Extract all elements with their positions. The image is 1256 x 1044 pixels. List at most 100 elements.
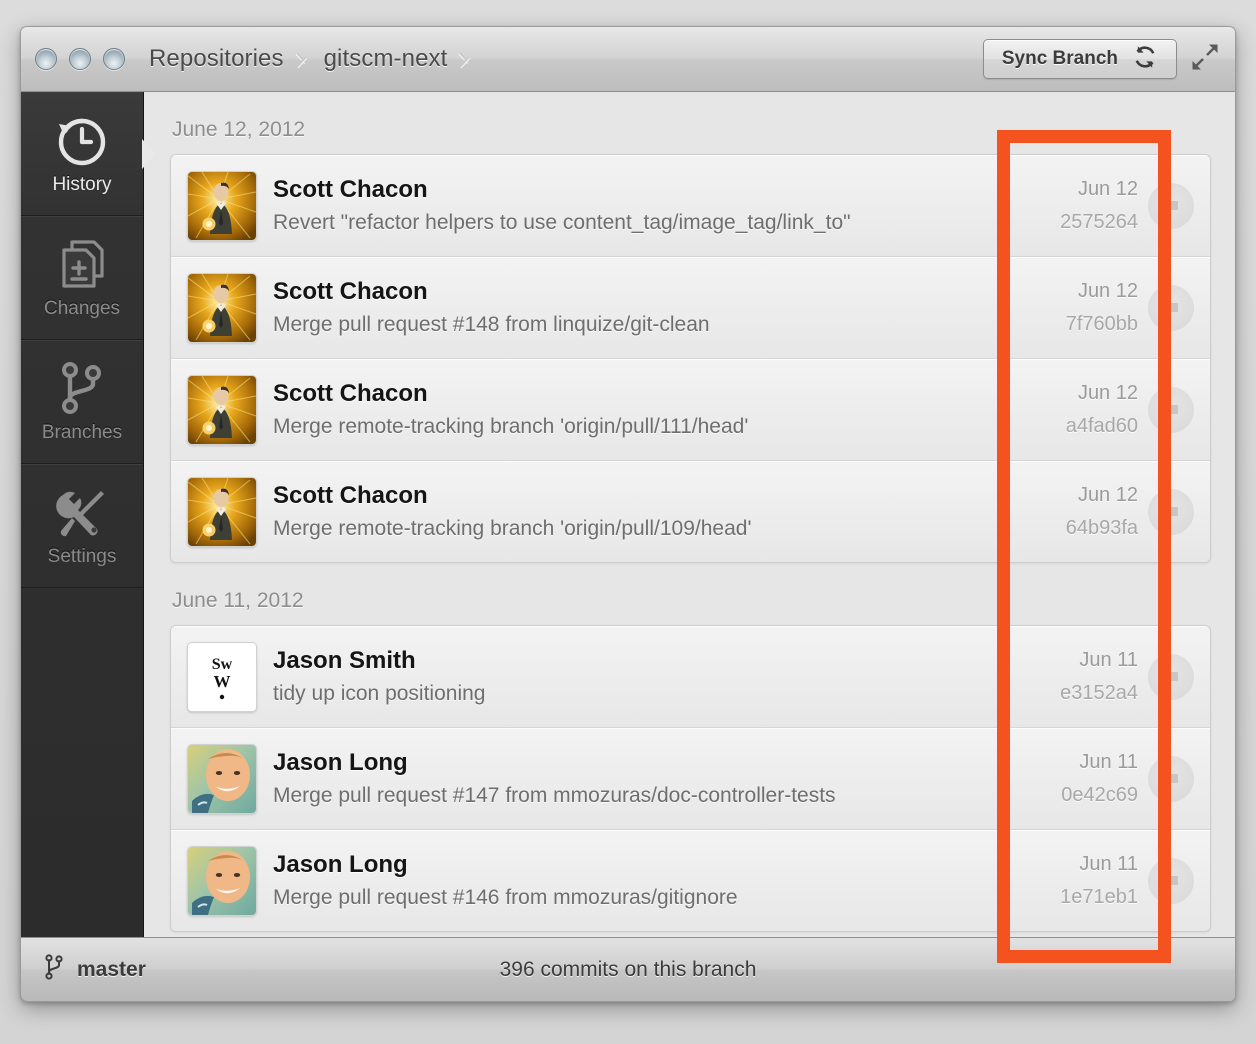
branch-name-label: master: [77, 957, 146, 981]
avatar-cell: [171, 461, 273, 562]
breadcrumb: Repositories gitscm-next: [147, 42, 485, 76]
branch-fork-icon: [43, 953, 65, 986]
commit-date: Jun 11: [1079, 750, 1138, 773]
sww-logo-avatar: Sw W: [187, 641, 257, 712]
branch-fork-icon: [57, 360, 107, 416]
sidebar-item-branches[interactable]: Branches: [21, 340, 143, 464]
table-row[interactable]: Scott Chacon Merge pull request #148 fro…: [171, 257, 1210, 359]
commit-message: Merge pull request #147 from mmozuras/do…: [273, 783, 836, 807]
commit-message: Merge remote-tracking branch 'origin/pul…: [273, 414, 749, 438]
commit-author: Scott Chacon: [273, 278, 428, 306]
commit-text: Scott Chacon Merge remote-tracking branc…: [273, 359, 1000, 460]
commit-meta: Jun 11 0e42c69: [1000, 728, 1148, 829]
commit-sha: 64b93fa: [1065, 516, 1138, 539]
commit-date: Jun 11: [1079, 648, 1138, 671]
commit-meta: Jun 11 1e71eb1: [1000, 830, 1148, 931]
sidebar-item-settings[interactable]: Settings: [21, 464, 143, 588]
commit-message: Merge pull request #148 from linquize/gi…: [273, 312, 710, 336]
jason-long-avatar: [187, 743, 257, 814]
table-row[interactable]: Jason Long Merge pull request #147 from …: [171, 728, 1210, 830]
dash-icon: [1164, 405, 1178, 414]
commit-count-label: 396 commits on this branch: [499, 957, 757, 981]
status-bar: master 396 commits on this branch: [21, 937, 1235, 1001]
commit-action-cell[interactable]: [1148, 461, 1210, 562]
ellipsis-button[interactable]: [1148, 857, 1194, 904]
table-row[interactable]: Jason Long Merge pull request #146 from …: [171, 830, 1210, 931]
sidebar-item-changes[interactable]: Changes: [21, 216, 143, 340]
scott-chacon-avatar: [187, 476, 257, 547]
avatar-cell: [171, 257, 273, 358]
commit-action-cell[interactable]: [1148, 626, 1210, 727]
sidebar-item-history[interactable]: History: [21, 92, 156, 216]
commit-message: Merge remote-tracking branch 'origin/pul…: [273, 516, 752, 540]
dash-icon: [1164, 303, 1178, 312]
traffic-light-group: [35, 48, 125, 70]
chevron-right-icon: [457, 42, 477, 76]
commit-author: Scott Chacon: [273, 482, 428, 510]
commit-action-cell[interactable]: [1148, 830, 1210, 931]
commit-author: Jason Long: [273, 749, 408, 777]
zoom-button[interactable]: [103, 48, 125, 70]
commit-action-cell[interactable]: [1148, 155, 1210, 256]
commit-message: Revert "refactor helpers to use content_…: [273, 210, 851, 234]
commit-action-cell[interactable]: [1148, 359, 1210, 460]
close-button[interactable]: [35, 48, 57, 70]
avatar-cell: [171, 359, 273, 460]
commit-message: tidy up icon positioning: [273, 681, 486, 705]
day-group: June 12, 2012 Scott Chacon Revert "refac…: [144, 92, 1235, 563]
expand-window-button[interactable]: [1187, 41, 1223, 77]
svg-text:W: W: [214, 672, 231, 691]
commit-action-cell[interactable]: [1148, 257, 1210, 358]
scott-chacon-avatar: [187, 272, 257, 343]
commit-date: Jun 12: [1077, 279, 1138, 302]
commit-action-cell[interactable]: [1148, 728, 1210, 829]
sync-branch-button[interactable]: Sync Branch: [982, 39, 1177, 79]
day-group: June 11, 2012 Sw W Jason Smith tidy up i…: [144, 563, 1235, 932]
current-branch-indicator[interactable]: master: [43, 953, 146, 986]
commit-sha: 7f760bb: [1065, 312, 1138, 335]
titlebar-actions: Sync Branch: [982, 39, 1223, 79]
day-header: June 11, 2012: [172, 589, 304, 612]
minimize-button[interactable]: [69, 48, 91, 70]
ellipsis-button[interactable]: [1148, 182, 1194, 229]
history-clock-icon: [53, 112, 111, 168]
dash-icon: [1164, 774, 1178, 783]
svg-text:Sw: Sw: [212, 656, 233, 673]
avatar-cell: [171, 728, 273, 829]
table-row[interactable]: Scott Chacon Merge remote-tracking branc…: [171, 359, 1210, 461]
wrench-screwdriver-icon: [54, 484, 110, 540]
sidebar-item-label: History: [52, 173, 112, 195]
ellipsis-button[interactable]: [1148, 653, 1194, 700]
avatar-cell: Sw W: [171, 626, 273, 727]
chevron-right-icon: [294, 42, 314, 76]
commit-sha: 2575264: [1060, 210, 1138, 233]
ellipsis-button[interactable]: [1148, 755, 1194, 802]
commit-meta: Jun 12 64b93fa: [1000, 461, 1148, 562]
scott-chacon-avatar: [187, 170, 257, 241]
sidebar-item-label: Branches: [41, 421, 123, 443]
table-row[interactable]: Scott Chacon Revert "refactor helpers to…: [171, 155, 1210, 257]
table-row[interactable]: Sw W Jason Smith tidy up icon positionin…: [171, 626, 1210, 728]
commit-sha: 1e71eb1: [1060, 885, 1138, 908]
commit-meta: Jun 11 e3152a4: [1000, 626, 1148, 727]
commit-sha: 0e42c69: [1061, 783, 1138, 806]
commit-text: Scott Chacon Merge pull request #148 fro…: [273, 257, 1000, 358]
ellipsis-button[interactable]: [1148, 488, 1194, 535]
expand-arrows-icon: [1190, 42, 1220, 77]
document-plus-minus-icon: [54, 236, 110, 292]
github-for-mac-window: Repositories gitscm-next Sync Branch His…: [20, 26, 1236, 1002]
ellipsis-button[interactable]: [1148, 386, 1194, 433]
jason-long-avatar: [187, 845, 257, 916]
commit-text: Jason Long Merge pull request #146 from …: [273, 830, 1000, 931]
breadcrumb-item-repositories[interactable]: Repositories: [147, 45, 286, 73]
refresh-icon: [1132, 44, 1158, 75]
ellipsis-button[interactable]: [1148, 284, 1194, 331]
commit-date: Jun 12: [1077, 483, 1138, 506]
dash-icon: [1164, 672, 1178, 681]
breadcrumb-item-repo[interactable]: gitscm-next: [322, 45, 450, 73]
commit-text: Jason Smith tidy up icon positioning: [273, 626, 1000, 727]
table-row[interactable]: Scott Chacon Merge remote-tracking branc…: [171, 461, 1210, 562]
commit-date: Jun 12: [1077, 381, 1138, 404]
window-body: History Changes Branches Settings June 1…: [21, 92, 1235, 1001]
commit-history-list[interactable]: June 12, 2012 Scott Chacon Revert "refac…: [143, 92, 1235, 1001]
